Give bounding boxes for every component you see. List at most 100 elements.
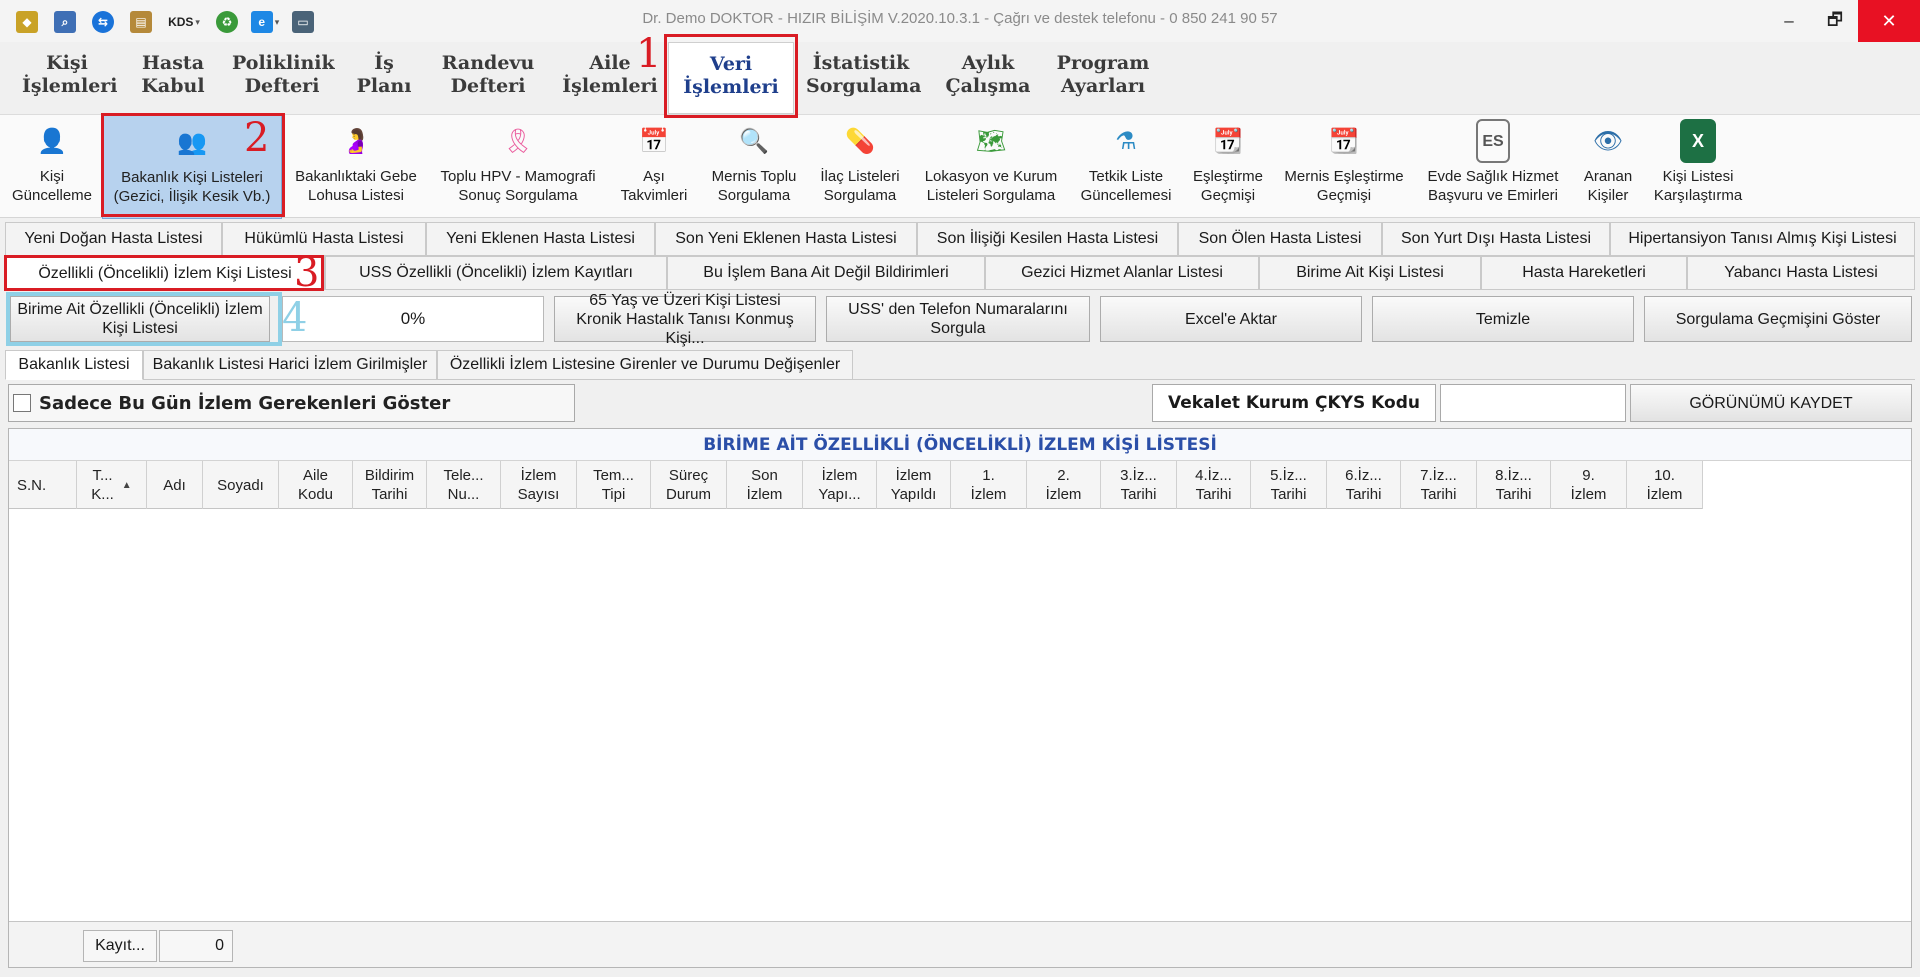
col-izlem-yapildi[interactable]: İzlem Yapıldı xyxy=(877,461,951,509)
col-telefon[interactable]: Tele... Nu... xyxy=(427,461,501,509)
col-tc-kimlik[interactable]: T... K... ▲ xyxy=(77,461,147,509)
menu-kisi-islemleri[interactable]: Kişi İşlemleri xyxy=(22,52,118,98)
people-group-icon: 👥 xyxy=(177,128,207,156)
calendar-clock-icon: 📆 xyxy=(1329,127,1359,155)
pink-ribbon-icon: 🎗 xyxy=(502,127,534,155)
today-only-checkbox[interactable] xyxy=(13,394,31,412)
subtab-bakanlik-listesi[interactable]: Bakanlık Listesi xyxy=(5,350,143,380)
col-soyadi[interactable]: Soyadı xyxy=(203,461,279,509)
col-izlem-5-tarihi[interactable]: 5.İz... Tarihi xyxy=(1251,461,1327,509)
col-izlem-9[interactable]: 9. İzlem xyxy=(1551,461,1627,509)
ribbon-aranan-kisiler[interactable]: 👁 Aranan Kişiler xyxy=(1572,115,1644,219)
tab-hipertansiyon[interactable]: Hipertansiyon Tanısı Almış Kişi Listesi xyxy=(1610,222,1915,256)
tab-birime-ait[interactable]: Birime Ait Kişi Listesi xyxy=(1259,256,1481,290)
subtab-harici-izlem[interactable]: Bakanlık Listesi Harici İzlem Girilmişle… xyxy=(143,350,437,380)
temizle-button[interactable]: Temizle xyxy=(1372,296,1634,342)
close-button[interactable]: ✕ xyxy=(1858,0,1920,42)
restore-button[interactable]: 🗗 xyxy=(1812,0,1858,42)
col-surec-durum[interactable]: Süreç Durum xyxy=(651,461,727,509)
person-update-icon: 👤 xyxy=(37,127,67,155)
uss-telefon-sorgula-button[interactable]: USS' den Telefon Numaralarını Sorgula xyxy=(826,296,1090,342)
birime-ait-ozellikli-button[interactable]: Birime Ait Özellikli (Öncelikli) İzlem Ki… xyxy=(10,296,270,342)
col-bildirim-tarihi[interactable]: Bildirim Tarihi xyxy=(353,461,427,509)
flask-refresh-icon: ⚗ xyxy=(1115,127,1137,155)
col-izlem-10[interactable]: 10. İzlem xyxy=(1627,461,1703,509)
ribbon-asi-takvimleri[interactable]: 📅 Aşı Takvimleri xyxy=(610,115,698,219)
col-izlem-sayisi[interactable]: İzlem Sayısı xyxy=(501,461,577,509)
izlem-grid: BİRİME AİT ÖZELLİKLİ (ÖNCELİKLİ) İZLEM K… xyxy=(8,428,1912,968)
menu-istatistik-sorgulama[interactable]: İstatistik Sorgulama xyxy=(806,52,921,98)
ribbon-eslestirme-gecmisi[interactable]: 📆 Eşleştirme Geçmişi xyxy=(1184,115,1272,219)
tab-son-ilisigi-kesilen[interactable]: Son İlişiği Kesilen Hasta Listesi xyxy=(917,222,1178,256)
menu-program-ayarlari[interactable]: Program Ayarları xyxy=(1050,52,1156,98)
col-izlem-6-tarihi[interactable]: 6.İz... Tarihi xyxy=(1327,461,1401,509)
menu-randevu-defteri[interactable]: Randevu Defteri xyxy=(436,52,540,98)
tab-gezici-hizmet[interactable]: Gezici Hizmet Alanlar Listesi xyxy=(985,256,1259,290)
pill-icon: 💊 xyxy=(845,127,875,155)
excel-aktar-button[interactable]: Excel'e Aktar xyxy=(1100,296,1362,342)
kayit-button[interactable]: Kayıt... xyxy=(83,930,157,962)
grid-title: BİRİME AİT ÖZELLİKLİ (ÖNCELİKLİ) İZLEM K… xyxy=(9,429,1911,461)
record-count: 0 xyxy=(159,930,233,962)
gorunumu-kaydet-button[interactable]: GÖRÜNÜMÜ KAYDET xyxy=(1630,384,1912,422)
sorgulama-gecmisi-button[interactable]: Sorgulama Geçmişini Göster xyxy=(1644,296,1912,342)
tab-bana-ait-degil[interactable]: Bu İşlem Bana Ait Değil Bildirimleri xyxy=(667,256,985,290)
calendar-icon: 📅 xyxy=(639,127,669,155)
col-izlem-8-tarihi[interactable]: 8.İz... Tarihi xyxy=(1477,461,1551,509)
col-izlem-4-tarihi[interactable]: 4.İz... Tarihi xyxy=(1177,461,1251,509)
tab-uss-ozellikli[interactable]: USS Özellikli (Öncelikli) İzlem Kayıtlar… xyxy=(325,256,667,290)
tab-hukumlu[interactable]: Hükümlü Hasta Listesi xyxy=(222,222,426,256)
ribbon-tetkik-liste[interactable]: ⚗ Tetkik Liste Güncellemesi xyxy=(1072,115,1180,219)
col-tem-tipi[interactable]: Tem... Tipi xyxy=(577,461,651,509)
col-adi[interactable]: Adı xyxy=(147,461,203,509)
ribbon-ilac-listeleri[interactable]: 💊 İlaç Listeleri Sorgulama xyxy=(810,115,910,219)
app-window: ◆ ⌕ ⇆ ▤ KDS ▾ ♻ e ▾ ▭ Dr. Demo DOKTOR - HI… xyxy=(0,0,1920,977)
menu-aylik-calisma[interactable]: Aylık Çalışma xyxy=(938,52,1038,98)
tab-yeni-eklenen[interactable]: Yeni Eklenen Hasta Listesi xyxy=(426,222,655,256)
yas65-kronik-button[interactable]: 65 Yaş ve Üzeri Kişi Listesi Kronik Hasta… xyxy=(554,292,816,347)
grid-footer: Kayıt... 0 xyxy=(9,921,1911,967)
tabs-row-1: Yeni Doğan Hasta Listesi Hükümlü Hasta L… xyxy=(5,222,1915,256)
tab-ozellikli-izlem[interactable]: Özellikli (Öncelikli) İzlem Kişi Listesi xyxy=(5,256,325,290)
tab-yeni-dogan[interactable]: Yeni Doğan Hasta Listesi xyxy=(5,222,222,256)
col-izlem-7-tarihi[interactable]: 7.İz... Tarihi xyxy=(1401,461,1477,509)
excel-icon: X xyxy=(1680,119,1716,163)
subtab-ozellikli-girenler[interactable]: Özellikli İzlem Listesine Girenler ve Du… xyxy=(437,350,853,380)
tab-hasta-hareketleri[interactable]: Hasta Hareketleri xyxy=(1481,256,1687,290)
menu-veri-islemleri[interactable]: Veri İşlemleri xyxy=(668,42,794,114)
sub-tabs: Bakanlık Listesi Bakanlık Listesi Harici… xyxy=(5,350,1915,380)
annotation-number-1: 1 xyxy=(636,31,662,77)
ribbon-toolbar: 👤 Kişi Güncelleme 👥 Bakanlık Kişi Listele… xyxy=(0,114,1920,219)
ribbon-mernis-eslestirme[interactable]: 📆 Mernis Eşleştirme Geçmişi xyxy=(1276,115,1412,219)
tab-son-olen[interactable]: Son Ölen Hasta Listesi xyxy=(1178,222,1382,256)
col-izlem-2[interactable]: 2. İzlem xyxy=(1027,461,1101,509)
tab-yabanci-hasta[interactable]: Yabancı Hasta Listesi xyxy=(1687,256,1915,290)
today-filter[interactable]: Sadece Bu Gün İzlem Gerekenleri Göster xyxy=(8,384,575,422)
calendar-clock-icon: 📆 xyxy=(1213,127,1243,155)
menu-is-plani[interactable]: İş Planı xyxy=(346,52,422,98)
window-controls: – 🗗 ✕ xyxy=(1766,0,1920,42)
ribbon-mernis-toplu[interactable]: 🔍 Mernis Toplu Sorgulama xyxy=(702,115,806,219)
col-sn[interactable]: S.N. xyxy=(9,461,77,509)
ribbon-evde-saglik[interactable]: ES Evde Sağlık Hizmet Başvuru ve Emirleri xyxy=(1418,115,1568,219)
tab-son-yurt-disi[interactable]: Son Yurt Dışı Hasta Listesi xyxy=(1382,222,1610,256)
ribbon-hpv-mamografi[interactable]: 🎗 Toplu HPV - Mamografi Sonuç Sorgulama xyxy=(430,115,606,219)
vekalet-input[interactable] xyxy=(1440,384,1626,422)
col-izlem-yapilacak[interactable]: İzlem Yapı... xyxy=(803,461,877,509)
col-aile-kodu[interactable]: Aile Kodu xyxy=(279,461,353,509)
ribbon-lokasyon-kurum[interactable]: 🗺 Lokasyon ve Kurum Listeleri Sorgulama xyxy=(914,115,1068,219)
menu-poliklinik-defteri[interactable]: Poliklinik Defteri xyxy=(232,52,335,98)
window-title: Dr. Demo DOKTOR - HIZIR BİLİŞİM V.2020.1… xyxy=(642,10,1278,27)
col-son-izlem[interactable]: Son İzlem xyxy=(727,461,803,509)
ribbon-kisi-guncelleme[interactable]: 👤 Kişi Güncelleme xyxy=(4,115,100,219)
annotation-number-3: 3 xyxy=(294,250,320,296)
annotation-number-4: 4 xyxy=(282,295,308,341)
ribbon-kisi-listesi-karsilastirma[interactable]: X Kişi Listesi Karşılaştırma xyxy=(1648,115,1748,219)
ribbon-gebe-lohusa[interactable]: 🤰 Bakanlıktaki Gebe Lohusa Listesi xyxy=(286,115,426,219)
tab-son-yeni-eklenen[interactable]: Son Yeni Eklenen Hasta Listesi xyxy=(655,222,917,256)
title-bar: ◆ ⌕ ⇆ ▤ KDS ▾ ♻ e ▾ ▭ Dr. Demo DOKTOR - HI… xyxy=(0,0,1920,42)
col-izlem-3-tarihi[interactable]: 3.İz... Tarihi xyxy=(1101,461,1177,509)
col-izlem-1[interactable]: 1. İzlem xyxy=(951,461,1027,509)
minimize-button[interactable]: – xyxy=(1766,0,1812,42)
menu-hasta-kabul[interactable]: Hasta Kabul xyxy=(128,52,218,98)
